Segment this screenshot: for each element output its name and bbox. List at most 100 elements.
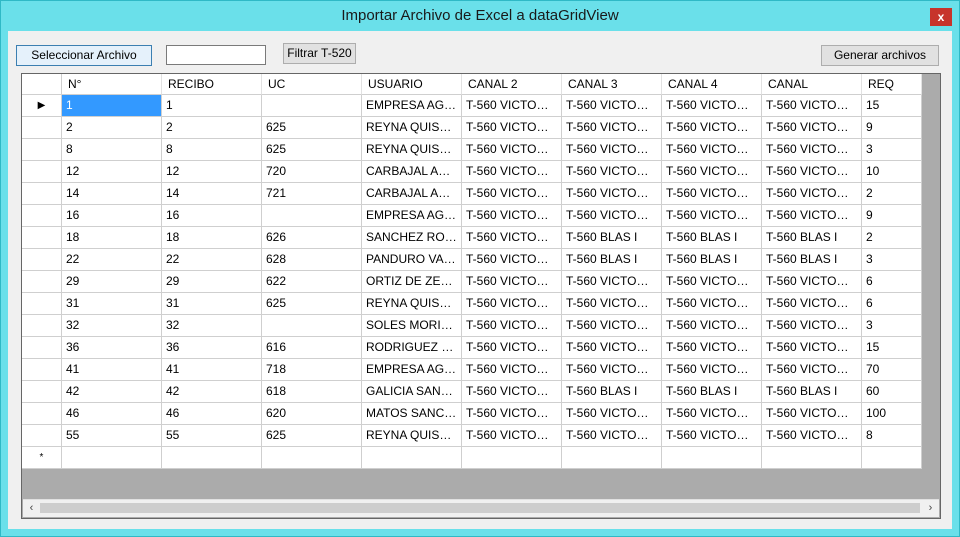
table-cell[interactable]: CARBAJAL AGUI... — [362, 183, 462, 205]
table-cell[interactable]: T-560 VICTORIA II — [462, 359, 562, 381]
table-cell[interactable]: 1 — [62, 95, 162, 117]
table-cell[interactable]: T-560 VICTORIA II — [562, 425, 662, 447]
table-cell[interactable]: T-560 VICTORIA... — [662, 315, 762, 337]
table-cell[interactable]: T-560 VICTORIA II — [462, 183, 562, 205]
row-header[interactable] — [22, 227, 62, 249]
table-cell[interactable]: 22 — [62, 249, 162, 271]
table-cell[interactable]: 100 — [862, 403, 922, 425]
table-cell[interactable]: T-560 VICTORIA II — [462, 337, 562, 359]
table-cell[interactable]: T-560 VICTORIA II — [562, 205, 662, 227]
table-cell[interactable]: 2 — [862, 183, 922, 205]
table-cell[interactable]: REYNA QUISPE ... — [362, 293, 462, 315]
table-row[interactable]: 22 22 628 PANDURO VAR... T-560 VICTORIA II T-… — [22, 249, 922, 271]
table-cell[interactable]: T-560 VICTORIA II — [662, 425, 762, 447]
table-cell[interactable]: 41 — [62, 359, 162, 381]
table-cell[interactable]: 14 — [62, 183, 162, 205]
title-bar[interactable]: Importar Archivo de Excel a dataGridView… — [1, 1, 959, 31]
table-cell[interactable]: 628 — [262, 249, 362, 271]
table-cell[interactable]: T-560 VICTORIA II — [762, 117, 862, 139]
table-cell[interactable]: T-560 VICTORIA II — [562, 95, 662, 117]
filter-t520-button[interactable]: Filtrar T-520 — [283, 43, 356, 64]
table-cell[interactable] — [262, 205, 362, 227]
row-header[interactable]: ▶ — [22, 95, 62, 117]
table-cell[interactable]: 31 — [62, 293, 162, 315]
table-cell[interactable]: T-560 VICTORIA II — [462, 227, 562, 249]
new-row[interactable]: * — [22, 447, 922, 469]
new-row-cell[interactable] — [862, 447, 922, 469]
table-cell[interactable]: 46 — [162, 403, 262, 425]
table-row[interactable]: 8 8 625 REYNA QUISPE ... T-560 VICTORIA II T-… — [22, 139, 922, 161]
table-cell[interactable]: T-560 VICTORIA II — [462, 117, 562, 139]
table-cell[interactable]: 720 — [262, 161, 362, 183]
table-cell[interactable]: 3 — [862, 315, 922, 337]
row-header[interactable] — [22, 403, 62, 425]
new-row-header[interactable]: * — [22, 447, 62, 469]
row-header[interactable] — [22, 381, 62, 403]
table-cell[interactable]: 2 — [862, 227, 922, 249]
table-cell[interactable]: T-560 VICTORIA... — [562, 183, 662, 205]
table-row[interactable]: 18 18 626 SANCHEZ ROJA... T-560 VICTORIA II T… — [22, 227, 922, 249]
table-cell[interactable]: 16 — [162, 205, 262, 227]
table-cell[interactable]: T-560 VICTORIA II — [462, 271, 562, 293]
table-row[interactable]: 29 29 622 ORTIZ DE ZEVA... T-560 VICTORIA II… — [22, 271, 922, 293]
row-header[interactable] — [22, 359, 62, 381]
table-cell[interactable]: T-560 VICTORIA II — [562, 117, 662, 139]
table-cell[interactable]: 36 — [162, 337, 262, 359]
table-row[interactable]: ▶ 1 1 EMPRESA AGRI... T-560 VICTORIA II T-560… — [22, 95, 922, 117]
table-cell[interactable]: T-560 BLAS I — [762, 249, 862, 271]
table-row[interactable]: 32 32 SOLES MORILL... T-560 VICTORIA II T-56… — [22, 315, 922, 337]
table-cell[interactable] — [262, 315, 362, 337]
new-row-cell[interactable] — [762, 447, 862, 469]
table-cell[interactable]: 626 — [262, 227, 362, 249]
table-cell[interactable]: T-560 VICTORIA II — [762, 293, 862, 315]
grid-corner-header[interactable] — [22, 74, 62, 95]
table-cell[interactable]: EMPRESA AGRI... — [362, 359, 462, 381]
table-cell[interactable]: 55 — [62, 425, 162, 447]
table-row[interactable]: 42 42 618 GALICIA SANCH... T-560 VICTORIA II… — [22, 381, 922, 403]
table-cell[interactable]: T-560 VICTORIA II — [462, 95, 562, 117]
row-header[interactable] — [22, 139, 62, 161]
close-button[interactable]: x — [930, 8, 952, 26]
table-cell[interactable]: T-560 VICTORIA II — [762, 337, 862, 359]
table-cell[interactable]: T-560 VICTORIA... — [562, 315, 662, 337]
table-cell[interactable]: T-560 BLAS I — [662, 381, 762, 403]
table-cell[interactable] — [262, 95, 362, 117]
column-header[interactable]: RECIBO — [162, 74, 262, 95]
table-cell[interactable]: T-560 VICTORIA... — [662, 183, 762, 205]
table-cell[interactable]: CARBAJAL AGUI... — [362, 161, 462, 183]
row-header[interactable] — [22, 183, 62, 205]
table-row[interactable]: 41 41 718 EMPRESA AGRI... T-560 VICTORIA II T… — [22, 359, 922, 381]
table-row[interactable]: 12 12 720 CARBAJAL AGUI... T-560 VICTORIA II… — [22, 161, 922, 183]
generate-files-button[interactable]: Generar archivos — [821, 45, 939, 66]
table-cell[interactable]: 16 — [62, 205, 162, 227]
table-cell[interactable]: T-560 VICTORIA II — [762, 205, 862, 227]
table-cell[interactable]: 616 — [262, 337, 362, 359]
row-header[interactable] — [22, 315, 62, 337]
table-row[interactable]: 31 31 625 REYNA QUISPE ... T-560 VICTORIA II… — [22, 293, 922, 315]
horizontal-scrollbar[interactable]: ‹ › — [23, 499, 939, 517]
table-cell[interactable]: 14 — [162, 183, 262, 205]
row-header[interactable] — [22, 249, 62, 271]
select-file-button[interactable]: Seleccionar Archivo — [16, 45, 152, 66]
table-cell[interactable]: T-560 VICTORIA... — [562, 271, 662, 293]
table-row[interactable]: 36 36 616 RODRIGUEZ DE... T-560 VICTORIA II T… — [22, 337, 922, 359]
table-cell[interactable]: T-560 BLAS I — [762, 381, 862, 403]
table-cell[interactable]: T-560 VICTORIA II — [462, 425, 562, 447]
table-cell[interactable]: T-560 BLAS I — [662, 249, 762, 271]
table-cell[interactable]: ORTIZ DE ZEVA... — [362, 271, 462, 293]
table-cell[interactable]: 60 — [862, 381, 922, 403]
table-cell[interactable]: T-560 VICTORIA II — [662, 205, 762, 227]
column-header[interactable]: CANAL 3 — [562, 74, 662, 95]
table-cell[interactable]: MATOS SANCH... — [362, 403, 462, 425]
table-cell[interactable]: GALICIA SANCH... — [362, 381, 462, 403]
table-cell[interactable]: 8 — [62, 139, 162, 161]
table-cell[interactable]: 1 — [162, 95, 262, 117]
table-cell[interactable]: T-560 VICTORIA II — [562, 293, 662, 315]
table-cell[interactable]: SANCHEZ ROJA... — [362, 227, 462, 249]
table-cell[interactable]: T-560 VICTORIA II — [762, 139, 862, 161]
table-cell[interactable]: EMPRESA AGRI... — [362, 205, 462, 227]
table-cell[interactable]: T-560 VICTORIA... — [562, 403, 662, 425]
new-row-cell[interactable] — [62, 447, 162, 469]
table-cell[interactable]: 32 — [62, 315, 162, 337]
table-cell[interactable]: 625 — [262, 425, 362, 447]
